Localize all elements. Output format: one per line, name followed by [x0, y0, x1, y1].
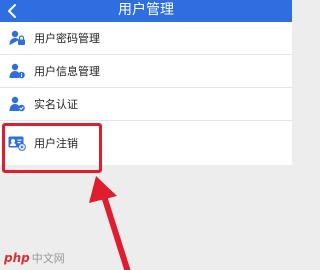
- watermark: php 中文网: [4, 250, 65, 266]
- user-info-icon: [7, 61, 27, 81]
- id-card-cancel-icon: [7, 133, 27, 153]
- menu-item-account-cancel[interactable]: 用户注销: [0, 121, 292, 165]
- top-bar: 用户管理: [0, 0, 292, 22]
- chevron-left-icon: [8, 4, 16, 18]
- menu-list: 用户密码管理 用户信息管理 实名认证 用户注销: [0, 22, 292, 165]
- menu-item-label: 用户信息管理: [34, 65, 100, 78]
- menu-item-verification[interactable]: 实名认证: [0, 88, 292, 121]
- page-title: 用户管理: [118, 2, 174, 18]
- verified-user-icon: [7, 94, 27, 114]
- menu-item-label: 实名认证: [34, 98, 78, 111]
- menu-item-label: 用户注销: [34, 137, 78, 150]
- lock-user-icon: [7, 28, 27, 48]
- menu-item-label: 用户密码管理: [34, 32, 100, 45]
- watermark-text: 中文网: [31, 252, 65, 265]
- back-button[interactable]: [0, 0, 26, 22]
- watermark-logo: php: [4, 251, 30, 265]
- menu-item-user-info[interactable]: 用户信息管理: [0, 55, 292, 88]
- menu-item-password[interactable]: 用户密码管理: [0, 22, 292, 55]
